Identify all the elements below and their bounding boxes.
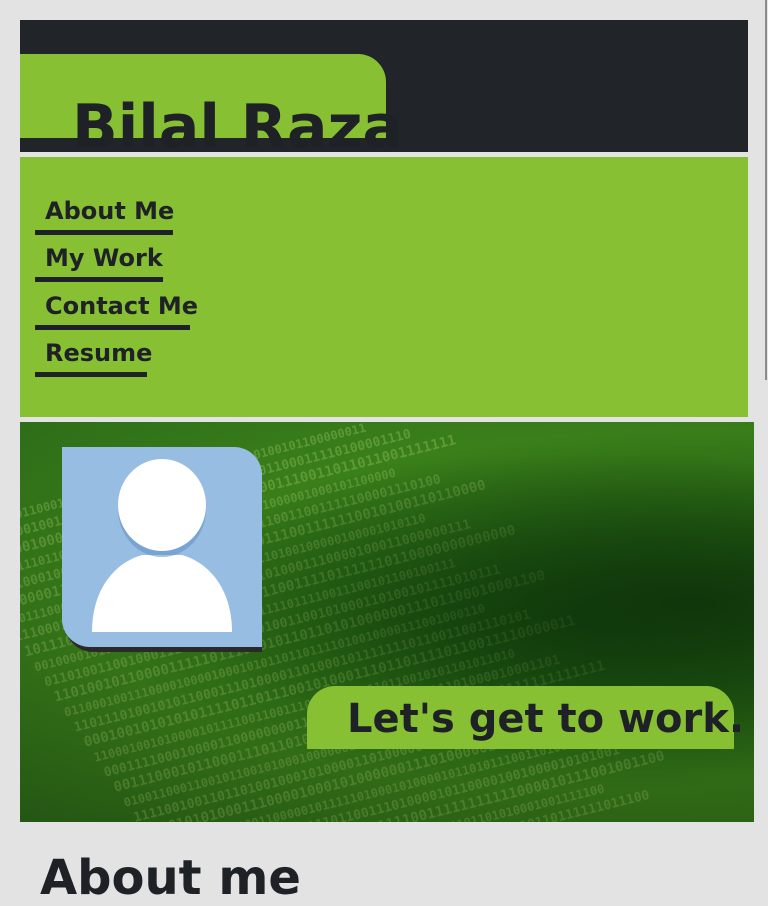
hero-tagline: Let's get to work.: [347, 696, 745, 742]
nav-item-label: Contact Me: [45, 292, 199, 320]
site-title: Bilal Raza: [72, 92, 403, 162]
avatar: [62, 447, 262, 647]
about-heading: About me: [40, 850, 301, 906]
main-nav: About Me My Work Contact Me Resume: [20, 157, 748, 417]
user-silhouette-icon: [92, 459, 232, 632]
title-tab: Bilal Raza: [20, 54, 403, 162]
nav-item-about-me[interactable]: About Me: [35, 195, 175, 235]
tagline-box: Let's get to work.: [307, 686, 744, 749]
nav-item-resume[interactable]: Resume: [35, 337, 152, 377]
nav-item-label: About Me: [45, 197, 175, 225]
nav-item-contact-me[interactable]: Contact Me: [35, 290, 198, 330]
scrollbar-thumb[interactable]: [765, 0, 767, 380]
hero-banner: 0100010110011000101000110010011001001001…: [20, 422, 754, 822]
scrollbar[interactable]: [764, 0, 768, 882]
nav-item-label: My Work: [45, 244, 163, 272]
nav-item-label: Resume: [45, 339, 153, 367]
site-header: Bilal Raza: [20, 20, 748, 162]
nav-item-my-work[interactable]: My Work: [35, 242, 163, 282]
